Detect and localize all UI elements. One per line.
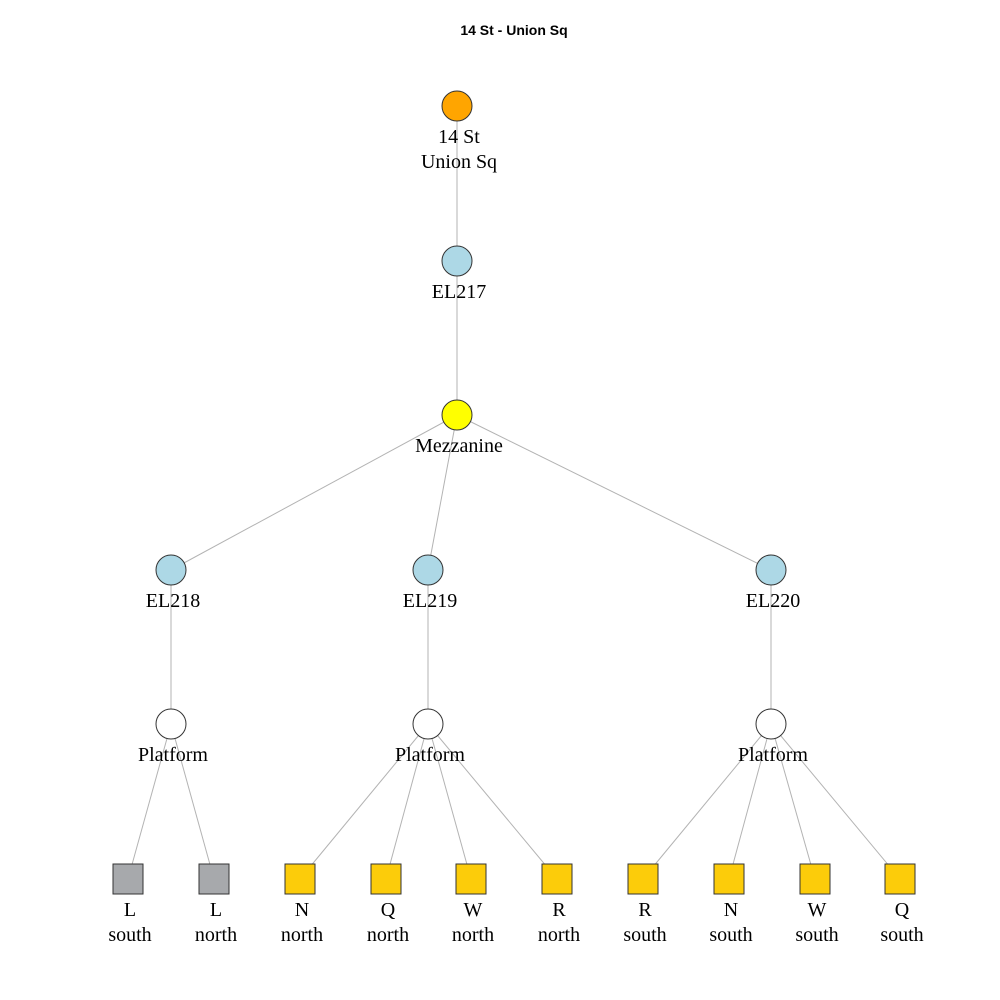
node-label-l_south-1: south — [108, 924, 151, 946]
node-label-l_north-1: north — [195, 924, 237, 946]
node-shape-q_south — [884, 863, 916, 895]
node-shape-r_south — [627, 863, 659, 895]
node-w_south: Wsouth — [795, 863, 839, 946]
node-label-w_south-1: south — [795, 924, 838, 946]
node-label-n_north-0: N — [295, 899, 309, 921]
node-shape-n_south — [713, 863, 745, 895]
node-l_north: Lnorth — [195, 863, 237, 946]
node-shape-platform2 — [412, 708, 444, 740]
node-label-mezzanine-0: Mezzanine — [415, 435, 503, 457]
node-label-r_north-0: R — [552, 899, 566, 921]
node-shape-platform1 — [155, 708, 187, 740]
node-label-el217-0: EL217 — [432, 281, 486, 303]
node-mezzanine: Mezzanine — [415, 399, 503, 457]
node-label-w_south-0: W — [808, 899, 827, 921]
node-label-r_north-1: north — [538, 924, 580, 946]
node-label-q_south-0: Q — [895, 899, 910, 921]
node-label-q_north-0: Q — [381, 899, 396, 921]
node-platform1: Platform — [138, 708, 208, 766]
node-label-platform2-0: Platform — [395, 744, 465, 766]
node-r_north: Rnorth — [538, 863, 580, 946]
node-label-r_south-0: R — [638, 899, 652, 921]
node-station: 14 St Union Sq — [421, 90, 497, 173]
node-shape-l_north — [198, 863, 230, 895]
graph-title: 14 St - Union Sq — [460, 22, 567, 38]
node-l_south: Lsouth — [108, 863, 152, 946]
node-label-el218-0: EL218 — [146, 590, 200, 612]
node-r_south: Rsouth — [623, 863, 667, 946]
node-label-r_south-1: south — [623, 924, 666, 946]
edge-mezzanine-el220 — [456, 414, 772, 571]
node-w_north: Wnorth — [452, 863, 494, 946]
node-shape-r_north — [541, 863, 573, 895]
node-shape-w_north — [455, 863, 487, 895]
node-el220: EL220 — [746, 554, 800, 612]
node-label-n_north-1: north — [281, 924, 323, 946]
node-label-q_north-1: north — [367, 924, 409, 946]
node-shape-mezzanine — [441, 399, 473, 431]
node-label-n_south-0: N — [724, 899, 738, 921]
node-shape-el220 — [755, 554, 787, 586]
node-label-platform1-0: Platform — [138, 744, 208, 766]
node-label-q_south-1: south — [880, 924, 923, 946]
node-shape-el218 — [155, 554, 187, 586]
node-shape-l_south — [112, 863, 144, 895]
node-platform2: Platform — [395, 708, 465, 766]
node-platform3: Platform — [738, 708, 808, 766]
node-label-platform3-0: Platform — [738, 744, 808, 766]
node-el218: EL218 — [146, 554, 200, 612]
node-shape-q_north — [370, 863, 402, 895]
nodes-layer: 14 St Union Sq EL217 Mezzanine EL218 EL219 EL2… — [108, 90, 924, 946]
node-n_south: Nsouth — [709, 863, 753, 946]
node-el217: EL217 — [432, 245, 486, 303]
node-label-n_south-1: south — [709, 924, 752, 946]
node-n_north: Nnorth — [281, 863, 323, 946]
node-shape-station — [441, 90, 473, 122]
node-shape-n_north — [284, 863, 316, 895]
node-label-w_north-1: north — [452, 924, 494, 946]
node-shape-w_south — [799, 863, 831, 895]
node-q_north: Qnorth — [367, 863, 409, 946]
node-label-el220-0: EL220 — [746, 590, 800, 612]
node-label-l_south-0: L — [124, 899, 136, 921]
node-shape-platform3 — [755, 708, 787, 740]
node-el219: EL219 — [403, 554, 457, 612]
node-shape-el217 — [441, 245, 473, 277]
station-graph: 14 St - Union Sq 14 St Union Sq EL217 Mezza… — [108, 22, 924, 946]
node-label-station-1: Union Sq — [421, 151, 497, 173]
node-label-l_north-0: L — [210, 899, 222, 921]
node-label-w_north-0: W — [464, 899, 483, 921]
node-label-el219-0: EL219 — [403, 590, 457, 612]
node-q_south: Qsouth — [880, 863, 924, 946]
node-shape-el219 — [412, 554, 444, 586]
edge-mezzanine-el218 — [170, 414, 458, 571]
node-label-station-0: 14 St — [438, 126, 480, 148]
